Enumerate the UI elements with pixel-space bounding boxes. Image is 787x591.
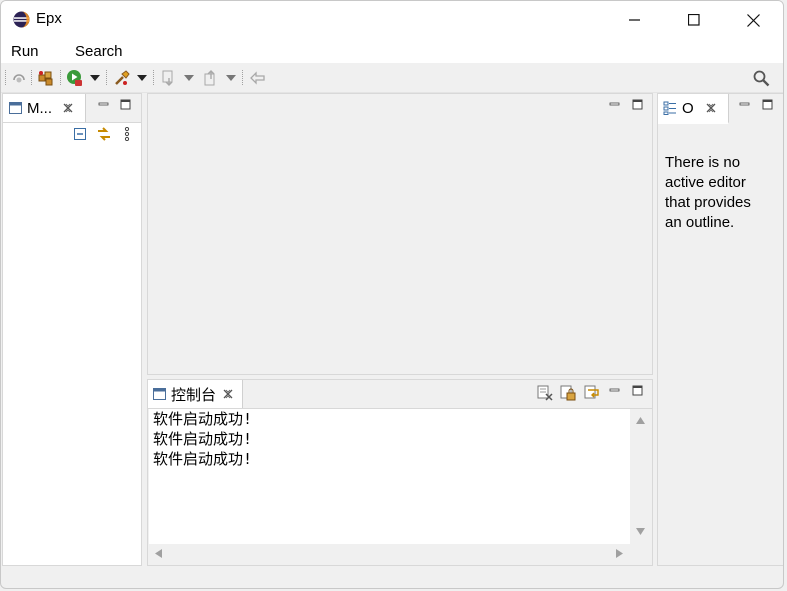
maximize-window-button[interactable] xyxy=(671,3,717,37)
search-icon xyxy=(753,70,770,86)
console-panel: 控制台 软件启动成功! 软件启动成功! 软件启动成功! xyxy=(147,379,653,566)
maximize-view-icon[interactable] xyxy=(761,98,775,112)
run-icon xyxy=(67,70,82,86)
maximize-view-icon[interactable] xyxy=(631,384,645,398)
new-package-icon xyxy=(38,71,53,86)
outline-icon xyxy=(663,101,676,115)
next-annotation-button[interactable] xyxy=(161,69,177,87)
editor-area xyxy=(147,93,653,375)
last-edit-icon xyxy=(250,71,265,85)
minimize-view-icon[interactable] xyxy=(738,98,752,112)
outline-tab[interactable]: O xyxy=(658,94,729,124)
console-tab-label: 控制台 xyxy=(171,386,217,404)
close-window-button[interactable] xyxy=(730,3,776,37)
left-view-tabbar: M... xyxy=(3,94,141,123)
outline-tab-label: O xyxy=(682,99,694,117)
menu-run[interactable]: Run xyxy=(11,43,39,60)
horizontal-scrollbar[interactable] xyxy=(149,544,630,563)
scroll-lock-icon[interactable] xyxy=(560,385,576,401)
close-tab-icon[interactable] xyxy=(706,103,716,113)
toolbar-separator xyxy=(242,70,244,85)
scroll-down-icon[interactable] xyxy=(636,528,645,535)
link-with-editor-icon[interactable] xyxy=(96,126,112,142)
outline-message-line: active editor xyxy=(665,174,746,191)
eclipse-logo-icon xyxy=(13,11,30,28)
word-wrap-icon[interactable] xyxy=(584,385,600,401)
maximize-view-icon[interactable] xyxy=(119,98,133,112)
console-output[interactable]: 软件启动成功! 软件启动成功! 软件启动成功! xyxy=(149,409,630,544)
previous-annotation-button[interactable] xyxy=(203,69,219,87)
new-package-button[interactable] xyxy=(37,69,55,87)
collapse-all-icon[interactable] xyxy=(73,127,87,141)
maximize-window-icon xyxy=(688,14,700,26)
outline-message-line: There is no xyxy=(665,154,741,171)
scroll-right-icon[interactable] xyxy=(616,549,623,558)
chevron-down-icon xyxy=(226,75,236,81)
console-icon xyxy=(153,388,166,400)
external-tools-button[interactable] xyxy=(113,69,131,87)
toolbar-separator xyxy=(5,70,7,85)
run-button[interactable] xyxy=(66,69,84,87)
menu-bar: Run Search xyxy=(1,39,783,63)
minimize-window-button[interactable] xyxy=(612,3,658,37)
chevron-down-icon xyxy=(184,75,194,81)
close-tab-icon[interactable] xyxy=(223,389,233,399)
menu-search[interactable]: Search xyxy=(75,43,123,60)
title-bar: Epx xyxy=(1,1,783,39)
outline-tabbar: O xyxy=(658,94,783,124)
clear-console-icon[interactable] xyxy=(537,385,553,401)
view-icon xyxy=(9,102,22,114)
console-line: 软件启动成功! xyxy=(153,430,253,448)
minimize-editor-icon[interactable] xyxy=(608,98,622,112)
minimize-view-icon[interactable] xyxy=(608,384,622,398)
scroll-up-icon[interactable] xyxy=(636,417,645,424)
left-view-tab-label: M... xyxy=(27,99,52,117)
console-line: 软件启动成功! xyxy=(153,450,253,468)
previous-annotation-dropdown-button[interactable] xyxy=(226,69,236,87)
vertical-scrollbar[interactable] xyxy=(630,409,651,544)
application-window: Epx Run Search M... 控制台 软件启动成功! 软件启动成功! … xyxy=(0,0,784,589)
close-tab-icon[interactable] xyxy=(63,103,73,113)
console-line: 软件启动成功! xyxy=(153,410,253,428)
left-view-panel: M... xyxy=(2,93,142,566)
next-annotation-dropdown-button[interactable] xyxy=(184,69,194,87)
close-window-icon xyxy=(746,13,760,27)
view-menu-icon[interactable] xyxy=(124,127,130,141)
outline-message: There is no active editor that provides … xyxy=(665,153,751,233)
skip-breakpoints-button[interactable] xyxy=(11,69,27,87)
toolbar-separator xyxy=(153,70,155,85)
skip-breakpoints-icon xyxy=(13,74,25,83)
left-view-tab[interactable]: M... xyxy=(3,94,86,122)
toolbar-separator xyxy=(106,70,108,85)
maximize-editor-icon[interactable] xyxy=(631,98,645,112)
console-tabbar: 控制台 xyxy=(148,380,652,409)
window-title: Epx xyxy=(36,10,62,27)
previous-annotation-icon xyxy=(204,70,215,86)
console-tab[interactable]: 控制台 xyxy=(148,380,243,408)
chevron-down-icon xyxy=(137,75,147,81)
external-tools-dropdown-button[interactable] xyxy=(137,69,147,87)
outline-message-line: an outline. xyxy=(665,214,735,231)
run-dropdown-button[interactable] xyxy=(90,69,100,87)
outline-message-line: that provides xyxy=(665,194,751,211)
minimize-window-icon xyxy=(629,19,640,21)
outline-panel: O There is no active editor that provide… xyxy=(657,93,783,566)
main-toolbar xyxy=(1,63,783,93)
external-tools-icon xyxy=(115,70,130,85)
last-edit-location-button[interactable] xyxy=(249,69,267,87)
minimize-view-icon[interactable] xyxy=(97,98,111,112)
toolbar-separator xyxy=(60,70,62,85)
toolbar-separator xyxy=(31,70,33,85)
chevron-down-icon xyxy=(90,75,100,81)
next-annotation-icon xyxy=(162,70,173,86)
scroll-left-icon[interactable] xyxy=(155,549,162,558)
search-button[interactable] xyxy=(753,69,770,87)
